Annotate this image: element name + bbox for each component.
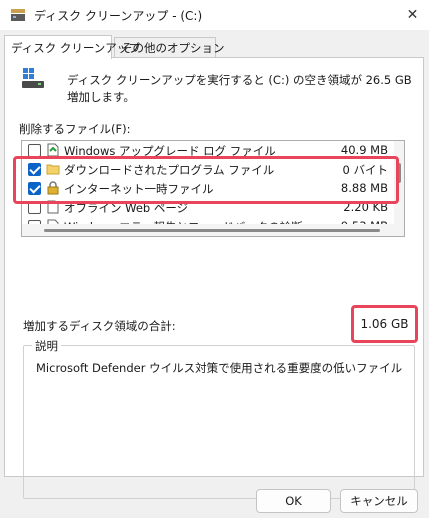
- document-icon: [47, 200, 59, 214]
- ok-button[interactable]: OK: [256, 489, 331, 513]
- files-listbox[interactable]: Windows アップグレード ログ ファイル 40.9 MB ダウンロードされ…: [21, 140, 405, 237]
- list-item[interactable]: インターネット一時ファイル 8.88 MB: [22, 179, 394, 198]
- close-icon: ✕: [406, 7, 419, 23]
- list-item[interactable]: Windows アップグレード ログ ファイル 40.9 MB: [22, 141, 394, 160]
- file-name: オフライン Web ページ: [64, 201, 189, 215]
- checkbox[interactable]: [28, 144, 41, 157]
- vertical-scrollbar[interactable]: [394, 141, 404, 225]
- file-name: インターネット一時ファイル: [64, 182, 214, 196]
- checkbox[interactable]: [28, 201, 41, 214]
- total-space-label: 増加するディスク領域の合計:: [23, 319, 176, 333]
- file-size: 2.20 KB: [343, 200, 388, 214]
- checkbox[interactable]: [28, 163, 41, 176]
- document-icon: [47, 143, 59, 157]
- lock-icon: [47, 181, 59, 195]
- disk-cleanup-app-icon: [11, 9, 25, 21]
- scroll-thumb[interactable]: [44, 229, 380, 232]
- file-size: 0 バイト: [342, 163, 388, 177]
- description-text: Microsoft Defender ウイルス対策で使用される重要度の低いファイ…: [36, 361, 403, 375]
- close-button[interactable]: ✕: [396, 0, 429, 30]
- window-title: ディスク クリーンアップ - (C:): [34, 9, 203, 23]
- tab-strip: ディスク クリーンアップ その他のオプション: [4, 35, 424, 59]
- checkbox[interactable]: [28, 182, 41, 195]
- tab-disk-cleanup[interactable]: ディスク クリーンアップ: [4, 35, 140, 59]
- scroll-thumb[interactable]: [397, 163, 401, 183]
- list-item[interactable]: ダウンロードされたプログラム ファイル 0 バイト: [22, 160, 394, 179]
- horizontal-scrollbar[interactable]: [22, 224, 404, 236]
- folder-icon: [46, 164, 60, 175]
- description-group: 説明 Microsoft Defender ウイルス対策で使用される重要度の低い…: [23, 338, 415, 499]
- list-item[interactable]: オフライン Web ページ 2.20 KB: [22, 198, 394, 217]
- file-name: Windows アップグレード ログ ファイル: [64, 144, 276, 158]
- description-label: 説明: [32, 338, 61, 354]
- file-size: 8.88 MB: [340, 181, 388, 195]
- files-to-delete-label: 削除するファイル(F):: [19, 122, 131, 136]
- cancel-button[interactable]: キャンセル: [340, 489, 418, 513]
- file-name: ダウンロードされたプログラム ファイル: [64, 163, 275, 177]
- tab-panel: ディスク クリーンアップを実行すると (C:) の空き領域が 26.5 GB 増…: [4, 57, 424, 499]
- drive-icon: [22, 68, 44, 88]
- title-bar: ディスク クリーンアップ - (C:) ✕: [0, 0, 429, 30]
- total-space-value: 1.06 GB: [351, 305, 418, 343]
- file-size: 40.9 MB: [340, 143, 388, 157]
- intro-text: ディスク クリーンアップを実行すると (C:) の空き領域が 26.5 GB 増…: [67, 73, 412, 104]
